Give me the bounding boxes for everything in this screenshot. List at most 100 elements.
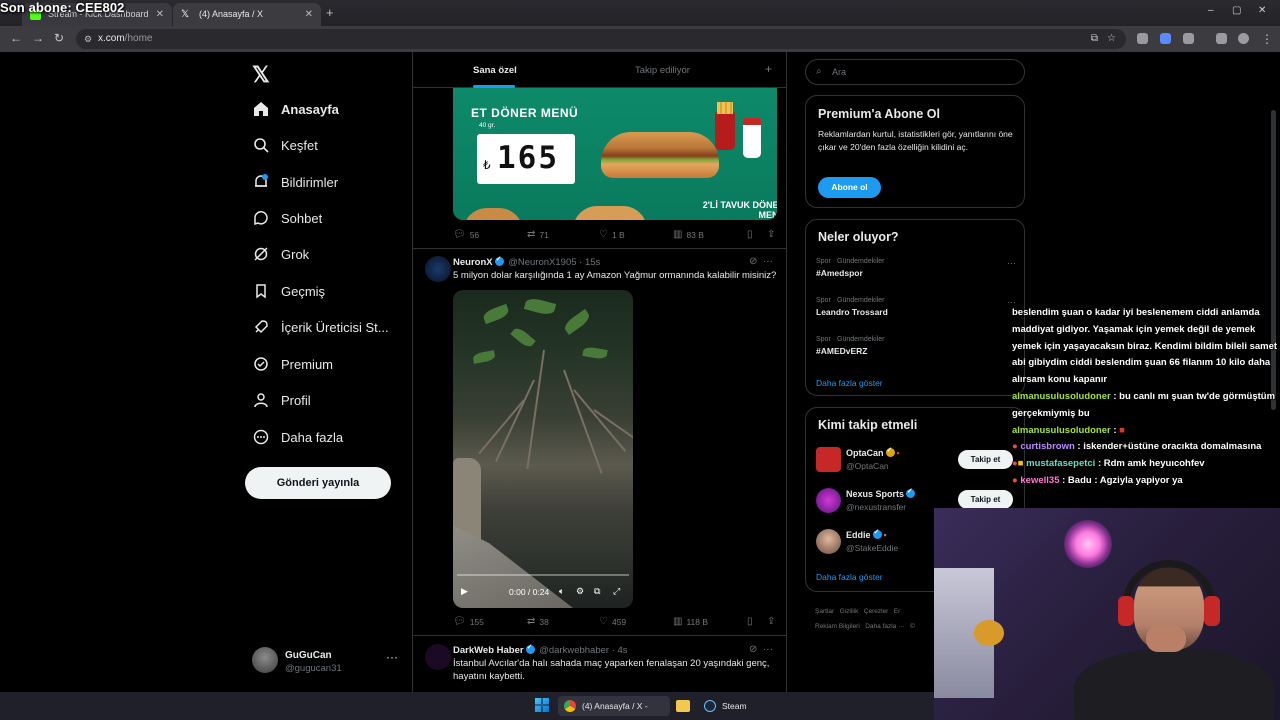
- sidebar-item-notifications[interactable]: Bildirimler: [252, 170, 338, 194]
- post-author[interactable]: NeuronX @NeuronX1905 · 15s: [453, 255, 600, 268]
- sidebar-item-messages[interactable]: Sohbet: [252, 206, 322, 230]
- avatar[interactable]: [425, 256, 451, 282]
- back-icon[interactable]: ←: [10, 31, 22, 45]
- maximize-button[interactable]: ▢: [1232, 5, 1241, 16]
- footer-link[interactable]: Daha fazla ···: [865, 623, 904, 630]
- more-icon[interactable]: ···: [763, 644, 773, 655]
- post-button[interactable]: Gönderi yayınla: [245, 467, 391, 499]
- bookmark-button[interactable]: ▯: [747, 229, 757, 240]
- windows-start-icon[interactable]: [535, 698, 549, 712]
- currency-symbol: ₺: [483, 158, 491, 172]
- like-button[interactable]: ♡ 1 B: [599, 229, 625, 240]
- tab-for-you[interactable]: Sana özel: [473, 52, 517, 88]
- trend-item[interactable]: Spor · Gündemdekiler #Amedspor ···: [816, 258, 1016, 278]
- share-button[interactable]: ⇪: [767, 616, 779, 627]
- like-button[interactable]: ♡ 459: [599, 616, 626, 627]
- view-count: 118 B: [686, 616, 709, 627]
- close-tab-icon[interactable]: ✕: [305, 3, 313, 26]
- sidebar-item-more[interactable]: Daha fazla: [252, 425, 343, 449]
- sidebar-item-profile[interactable]: Profil: [252, 388, 311, 412]
- more-icon[interactable]: ···: [386, 650, 398, 664]
- subscribe-button[interactable]: Abone ol: [818, 177, 881, 198]
- sidebar-item-premium[interactable]: Premium: [252, 352, 333, 376]
- volume-icon[interactable]: 🔈︎: [559, 586, 564, 597]
- trend-item[interactable]: Spor · Gündemdekiler Leandro Trossard ··…: [816, 297, 1016, 317]
- views-button[interactable]: ▥ 83 B: [673, 229, 704, 240]
- sidebar-item-explore[interactable]: Keşfet: [252, 133, 318, 157]
- views-button[interactable]: ▥ 118 B: [673, 616, 708, 627]
- tab-following[interactable]: Takip ediliyor: [635, 52, 690, 88]
- taskbar-steam[interactable]: Steam: [702, 696, 747, 716]
- show-more-link[interactable]: Daha fazla göster: [816, 572, 883, 582]
- add-timeline-icon[interactable]: +: [765, 62, 772, 76]
- picture-in-picture-icon[interactable]: ⧉: [594, 586, 600, 597]
- account-switcher[interactable]: GuGuCan @gugucan31 ···: [252, 647, 402, 677]
- reply-button[interactable]: 💬︎ 155: [453, 616, 484, 627]
- tab-label: (4) Anasayfa / X: [199, 9, 264, 19]
- footer-link[interactable]: Reklam Bilgileri: [815, 623, 860, 630]
- post-menu[interactable]: ⊘ ···: [749, 256, 773, 267]
- fullscreen-icon[interactable]: ⤢: [613, 586, 620, 597]
- post-video[interactable]: ▶ 0:00 / 0:24 🔈︎ ⚙ ⧉ ⤢: [453, 290, 633, 608]
- avatar[interactable]: [425, 644, 451, 670]
- follow-button[interactable]: Takip et: [958, 450, 1013, 469]
- post-image-doner-menu[interactable]: ET DÖNER MENÜ 40 gr. ₺ 165 2'Lİ TAVUK DÖ…: [453, 88, 777, 220]
- profile-avatar-icon[interactable]: [1238, 33, 1249, 44]
- follow-button[interactable]: Takip et: [958, 490, 1013, 509]
- post-author[interactable]: DarkWeb Haber @darkwebhaber · 4s: [453, 643, 628, 656]
- footer-link[interactable]: Çerezler: [864, 608, 889, 615]
- sidebar-item-label: Sohbet: [281, 210, 323, 226]
- show-more-link[interactable]: Daha fazla göster: [816, 378, 883, 388]
- reload-icon[interactable]: ↻: [54, 31, 64, 45]
- more-icon[interactable]: ···: [1007, 258, 1016, 268]
- reply-button[interactable]: 💬︎ 56: [453, 229, 479, 240]
- sidebar-item-creator-studio[interactable]: İçerik Üreticisi St...: [252, 315, 389, 339]
- extensions-puzzle-icon[interactable]: [1183, 33, 1194, 44]
- reading-list-icon[interactable]: [1216, 33, 1227, 44]
- more-icon[interactable]: ···: [763, 256, 773, 267]
- trend-item[interactable]: Spor · Gündemdekiler #AMEDvERZ: [816, 336, 1016, 356]
- forward-icon[interactable]: →: [32, 31, 44, 45]
- settings-icon[interactable]: ⚙: [576, 586, 584, 597]
- chat-text: : Rdm amk heyuıcohfev: [1097, 458, 1205, 470]
- sidebar-item-grok[interactable]: Grok: [252, 242, 309, 266]
- video-progress-bar[interactable]: [457, 574, 629, 576]
- grok-icon[interactable]: ⊘: [749, 256, 757, 267]
- sidebar-item-bookmarks[interactable]: Geçmiş: [252, 279, 325, 303]
- install-app-icon[interactable]: ⧉: [1091, 29, 1098, 49]
- url-input[interactable]: ⚙ x.com/home ⧉ ☆: [76, 29, 1126, 49]
- tab-x-home[interactable]: 𝕏 (4) Anasayfa / X ✕: [173, 3, 321, 26]
- new-tab-button[interactable]: +: [326, 5, 334, 20]
- repost-button[interactable]: ⇄ 38: [527, 616, 549, 627]
- search-input[interactable]: ⌕ Ara: [805, 59, 1025, 85]
- close-window-button[interactable]: ✕: [1258, 5, 1266, 16]
- browser-menu-icon[interactable]: ⋮: [1261, 32, 1273, 46]
- footer-link[interactable]: Gizlilik: [840, 608, 859, 615]
- grok-icon[interactable]: ⊘: [749, 644, 757, 655]
- repost-button[interactable]: ⇄ 71: [527, 229, 549, 240]
- extension-icon[interactable]: [1160, 33, 1171, 44]
- share-button[interactable]: ⇪: [767, 229, 779, 240]
- suggestion-name: Nexus Sports: [846, 487, 917, 499]
- bookmark-star-icon[interactable]: ☆: [1107, 29, 1116, 49]
- verified-badge-icon: [906, 487, 916, 498]
- x-logo-icon[interactable]: 𝕏: [252, 62, 270, 88]
- taskbar-chrome-window[interactable]: (4) Anasayfa / X - Googl: [558, 696, 670, 716]
- site-info-icon[interactable]: ⚙: [84, 29, 92, 49]
- footer-link[interactable]: Er: [894, 608, 901, 615]
- fries-illustration: [715, 102, 735, 150]
- sidebar-item-home[interactable]: Anasayfa: [252, 97, 339, 121]
- chat-icon: [252, 209, 270, 227]
- footer-link[interactable]: Şartlar: [815, 608, 834, 615]
- bookmark-button[interactable]: ▯: [747, 616, 757, 627]
- chat-user: kewell35: [1020, 474, 1060, 486]
- extension-icon[interactable]: [1137, 33, 1148, 44]
- play-icon[interactable]: ▶: [461, 586, 468, 597]
- chat-text: :: [1113, 424, 1117, 436]
- emote-icon: ■: [1119, 424, 1125, 436]
- post-menu[interactable]: ⊘ ···: [749, 644, 773, 655]
- minimize-button[interactable]: –: [1208, 5, 1214, 16]
- close-tab-icon[interactable]: ✕: [156, 3, 164, 26]
- file-explorer-icon[interactable]: [676, 700, 690, 712]
- headset-figure: [1122, 560, 1216, 620]
